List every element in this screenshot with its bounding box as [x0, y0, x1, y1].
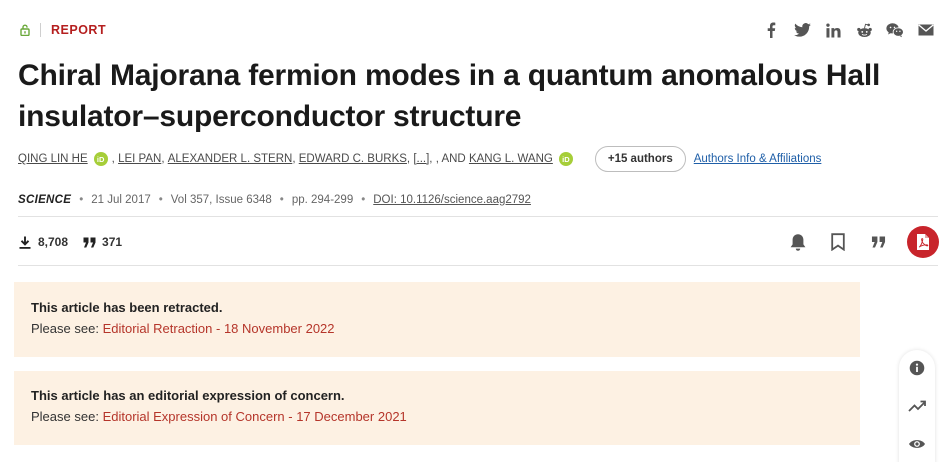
notice-prefix: Please see:: [31, 409, 99, 424]
section-label: REPORT: [51, 23, 107, 37]
author-separator: ,: [111, 153, 115, 165]
citations-value: 371: [102, 235, 123, 249]
author-link[interactable]: [...]: [413, 153, 429, 165]
divider: [40, 23, 41, 37]
open-access-lock-icon: [18, 23, 32, 37]
journal-name[interactable]: SCIENCE: [18, 194, 71, 206]
expression-of-concern-notice: This article has an editorial expression…: [14, 371, 860, 445]
author-link-first[interactable]: QING LIN HE: [18, 153, 88, 165]
share-bar: [762, 21, 935, 39]
linkedin-icon[interactable]: [824, 21, 842, 39]
facebook-icon[interactable]: [762, 21, 780, 39]
email-icon[interactable]: [917, 21, 935, 39]
doi-link[interactable]: DOI: 10.1126/science.aag2792: [373, 194, 531, 206]
info-icon[interactable]: [907, 358, 927, 378]
bullet: •: [279, 194, 284, 206]
bookmark-icon[interactable]: [827, 231, 849, 253]
bullet: •: [79, 194, 84, 206]
trending-metrics-icon[interactable]: [907, 396, 927, 416]
orcid-icon[interactable]: iD: [93, 152, 108, 166]
author-link[interactable]: LEI PAN: [118, 153, 161, 165]
bell-icon[interactable]: [787, 231, 809, 253]
quote-icon: [82, 235, 96, 249]
downloads-value: 8,708: [38, 235, 69, 249]
pdf-download-button[interactable]: [907, 226, 939, 258]
expression-of-concern-link[interactable]: Editorial Expression of Concern - 17 Dec…: [103, 409, 407, 424]
publication-meta: SCIENCE • 21 Jul 2017 • Vol 357, Issue 6…: [18, 194, 531, 206]
author-and: , AND: [435, 153, 466, 165]
notice-heading: This article has an editorial expression…: [31, 388, 345, 403]
article-title: Chiral Majorana fermion modes in a quant…: [18, 59, 881, 133]
download-icon: [18, 235, 32, 249]
divider: [18, 216, 938, 217]
notice-prefix: Please see:: [31, 321, 99, 336]
downloads-count: 8,708: [18, 235, 68, 249]
divider: [18, 265, 938, 266]
volume-issue[interactable]: Vol 357, Issue 6348: [171, 194, 272, 206]
author-link[interactable]: EDWARD C. BURKS: [299, 153, 407, 165]
notice-line: Please see: Editorial Expression of Conc…: [31, 409, 843, 424]
orcid-icon[interactable]: iD: [558, 152, 573, 166]
reddit-icon[interactable]: [855, 21, 873, 39]
page-range: pp. 294-299: [291, 194, 354, 206]
retraction-notice: This article has been retracted. Please …: [14, 282, 860, 357]
article-toolbar: 8,708 371: [18, 226, 939, 258]
floating-toolbar: [899, 350, 935, 462]
notice-heading: This article has been retracted.: [31, 300, 223, 315]
article-header-bar: REPORT: [18, 20, 935, 40]
bullet: •: [361, 194, 366, 206]
citations-count: 371: [82, 235, 122, 249]
notice-line: Please see: Editorial Retraction - 18 No…: [31, 321, 843, 336]
more-authors-button[interactable]: +15 authors: [594, 146, 686, 172]
author-link-last[interactable]: KANG L. WANG: [469, 153, 553, 165]
retraction-link[interactable]: Editorial Retraction - 18 November 2022: [103, 321, 335, 336]
publication-date: 21 Jul 2017: [91, 194, 151, 206]
eye-icon[interactable]: [907, 434, 927, 454]
wechat-icon[interactable]: [886, 21, 904, 39]
article-actions: [787, 226, 939, 258]
twitter-icon[interactable]: [793, 21, 811, 39]
author-link[interactable]: ALEXANDER L. STERN: [168, 153, 293, 165]
cite-icon[interactable]: [867, 231, 889, 253]
author-list: QING LIN HE iD , LEI PAN, ALEXANDER L. S…: [18, 146, 821, 172]
bullet: •: [158, 194, 163, 206]
authors-affiliations-link[interactable]: Authors Info & Affiliations: [694, 153, 822, 165]
pdf-icon: [917, 234, 929, 250]
